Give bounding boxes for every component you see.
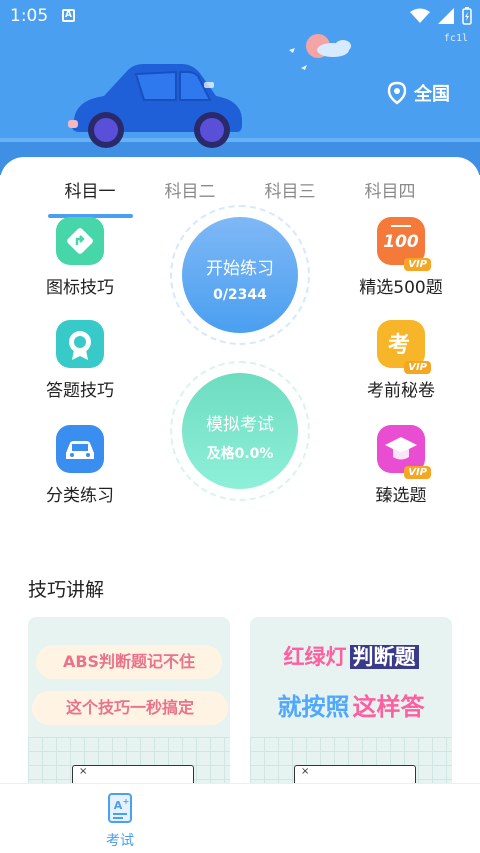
location-label: 全国	[414, 84, 450, 105]
tip-line-part: 就按照	[277, 693, 350, 721]
tip-line: 这个技巧一秒搞定	[32, 691, 228, 725]
feature-label: 考前秘卷	[367, 381, 435, 401]
feature-sign-tips[interactable]: 图标技巧	[20, 217, 140, 298]
tip-line: 就按照 这样答	[250, 687, 452, 722]
rosette-icon	[56, 320, 104, 368]
mock-exam-button[interactable]: 模拟考试 及格0.0%	[170, 361, 310, 501]
feature-answer-tips[interactable]: 答题技巧	[20, 320, 140, 401]
tab-subject-2[interactable]: 科目二	[140, 177, 240, 202]
tip-card[interactable]: ABS判断题记不住 这个技巧一秒搞定 ×	[28, 617, 230, 797]
tip-line: ABS判断题记不住	[36, 645, 222, 679]
bottom-navigation: A + 考试	[0, 783, 480, 853]
wifi-icon	[410, 8, 430, 23]
feature-label: 臻选题	[375, 486, 427, 506]
main-card: 科目一 科目二 科目三 科目四 图标技巧 答题技巧 分类练习 100 VIP 精…	[0, 157, 480, 853]
practice-ring	[170, 205, 310, 345]
nav-exam[interactable]: A + 考试	[90, 792, 150, 850]
debug-label: fc1l	[443, 33, 468, 44]
feature-label: 图标技巧	[46, 278, 114, 298]
tips-section-title: 技巧讲解	[28, 579, 105, 601]
tab-subject-4[interactable]: 科目四	[340, 177, 440, 202]
location-selector[interactable]: 全国	[386, 80, 450, 106]
car-icon	[56, 425, 104, 473]
feature-category-practice[interactable]: 分类练习	[20, 425, 140, 506]
mock-exam-ring	[170, 361, 310, 501]
tip-line-part: 判断题	[349, 645, 419, 669]
tip-line-part: 这样答	[352, 693, 425, 721]
feature-curated[interactable]: VIP 臻选题	[341, 425, 461, 506]
vip-badge: VIP	[404, 466, 431, 479]
signal-icon	[438, 8, 454, 24]
status-time: 1:05	[10, 6, 49, 26]
score-100-icon: 100 VIP	[377, 217, 431, 271]
feature-selected-500[interactable]: 100 VIP 精选500题	[341, 217, 461, 298]
feature-label: 分类练习	[46, 486, 114, 506]
exam-icon: 考 VIP	[377, 320, 431, 374]
graduation-cap-icon: VIP	[377, 425, 431, 479]
tab-subject-1[interactable]: 科目一	[40, 177, 140, 202]
svg-text:考: 考	[388, 333, 410, 358]
vip-badge: VIP	[404, 361, 431, 374]
accessibility-notification-icon: A	[62, 9, 75, 22]
status-bar: 1:05 A	[0, 0, 480, 32]
feature-label: 精选500题	[359, 278, 443, 298]
vip-badge: VIP	[404, 258, 431, 271]
sun-cloud-icon	[289, 34, 351, 70]
tip-card[interactable]: 红绿灯 判断题 就按照 这样答 ×	[250, 617, 452, 797]
battery-icon	[462, 7, 472, 25]
tip-line-part: 红绿灯	[283, 645, 347, 669]
feature-label: 答题技巧	[46, 381, 114, 401]
feature-pre-exam-secret[interactable]: 考 VIP 考前秘卷	[341, 320, 461, 401]
nav-exam-label: 考试	[106, 833, 134, 849]
tip-line: 红绿灯 判断题	[250, 641, 452, 671]
start-practice-button[interactable]: 开始练习 0/2344	[170, 205, 310, 345]
turn-sign-icon	[56, 217, 104, 265]
svg-text:A: A	[114, 799, 123, 812]
hero-banner: 1:05 A fc1l 全国	[0, 0, 480, 175]
tab-subject-3[interactable]: 科目三	[240, 177, 340, 202]
exam-paper-icon: A +	[108, 793, 132, 823]
car-illustration	[68, 64, 242, 148]
svg-text:+: +	[123, 797, 130, 806]
location-pin-icon	[387, 81, 407, 105]
svg-text:100: 100	[383, 232, 419, 252]
